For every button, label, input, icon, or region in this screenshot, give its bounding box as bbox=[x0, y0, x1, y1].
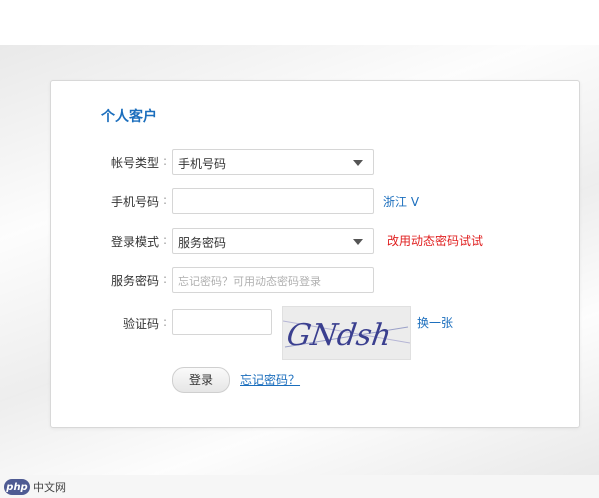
account-type-select[interactable]: 手机号码 bbox=[172, 149, 374, 175]
chevron-down-icon bbox=[353, 160, 363, 166]
watermark-logo: php bbox=[4, 479, 30, 495]
phone-label: 手机号码 bbox=[110, 195, 159, 209]
login-panel: 个人客户 帐号类型 : 手机号码 手机号码 : 浙江 V 登录模式 : 服务密码… bbox=[50, 80, 580, 428]
bottom-band bbox=[0, 475, 599, 498]
login-button[interactable]: 登录 bbox=[172, 367, 230, 393]
account-type-label: 帐号类型 bbox=[110, 156, 159, 170]
colon: : bbox=[163, 193, 168, 207]
service-password-input[interactable]: 忘记密码？可用动态密码登录 bbox=[172, 267, 374, 293]
colon: : bbox=[163, 233, 168, 247]
panel-title: 个人客户 bbox=[101, 109, 157, 125]
login-mode-value: 服务密码 bbox=[178, 236, 227, 250]
service-password-label: 服务密码 bbox=[110, 274, 159, 288]
chevron-down-icon bbox=[353, 239, 363, 245]
phone-input[interactable] bbox=[172, 188, 374, 214]
colon: : bbox=[163, 272, 168, 286]
watermark: php 中文网 bbox=[4, 478, 66, 496]
account-type-value: 手机号码 bbox=[178, 157, 227, 171]
colon: : bbox=[163, 315, 168, 329]
login-mode-select[interactable]: 服务密码 bbox=[172, 228, 374, 254]
login-mode-label: 登录模式 bbox=[110, 235, 159, 249]
captcha-image[interactable]: GNdsh bbox=[282, 306, 411, 360]
colon: : bbox=[163, 154, 168, 168]
captcha-text: GNdsh bbox=[285, 318, 394, 353]
captcha-label: 验证码 bbox=[122, 317, 159, 331]
watermark-text: 中文网 bbox=[33, 481, 66, 494]
forgot-password-link[interactable]: 忘记密码？ bbox=[240, 371, 300, 388]
top-band bbox=[0, 0, 599, 45]
service-password-placeholder: 忘记密码？可用动态密码登录 bbox=[178, 275, 321, 288]
dynamic-password-link[interactable]: 改用动态密码试试 bbox=[387, 232, 483, 249]
refresh-captcha-link[interactable]: 换一张 bbox=[417, 314, 453, 331]
region-selector-link[interactable]: 浙江 V bbox=[383, 193, 419, 210]
captcha-input[interactable] bbox=[172, 309, 272, 335]
